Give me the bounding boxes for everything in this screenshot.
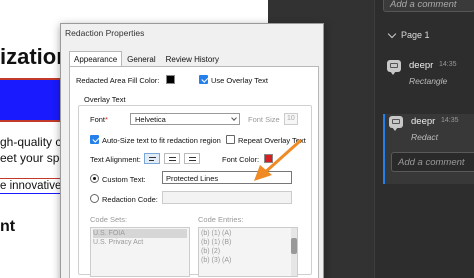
list-item[interactable]: U.S. FOIA [93,229,187,238]
use-overlay-checkbox[interactable] [199,75,208,84]
page-group-header[interactable]: Page 1 [387,29,430,40]
list-item[interactable]: (b) (3) (A) [201,256,295,265]
autosize-checkbox[interactable] [90,135,99,144]
comment-type: Rectangle [409,76,448,86]
comment-time: 14:35 [439,61,457,68]
redact-comment-icon [389,116,403,131]
font-label: Font* [90,115,108,124]
custom-text-radio[interactable] [90,174,99,183]
reply-comment-input[interactable]: Add a comment [391,152,474,172]
use-overlay-label: Use Overlay Text [211,76,268,85]
comment-author: deepr [411,116,436,127]
code-sets-label: Code Sets: [90,215,128,224]
chevron-down-icon [231,115,237,121]
redaction-code-radio[interactable] [90,194,99,203]
redaction-code-label: Redaction Code: [102,195,158,204]
align-center-button[interactable] [164,153,180,164]
scrollbar[interactable] [291,228,297,276]
fill-color-label: Redacted Area Fill Color: [76,76,160,85]
dialog-title: Redaction Properties [65,28,145,38]
chevron-down-icon [387,29,397,38]
font-size-field[interactable]: 10 [284,113,298,125]
font-select[interactable]: Helvetica [130,113,240,125]
autosize-label: Auto-Size text to fit redaction region [102,136,221,145]
list-item[interactable]: (b) (2) [201,247,295,256]
fill-color-swatch[interactable] [166,75,175,84]
repeat-overlay-checkbox[interactable] [226,135,235,144]
add-comment-input[interactable]: Add a comment [383,0,474,12]
overlay-group-label: Overlay Text [84,95,126,104]
text-alignment-label: Text Alignment: [90,155,141,164]
comment-author: deepr [409,60,434,71]
font-size-label: Font Size [248,115,280,124]
comment-time: 14:35 [441,117,459,124]
document-text-line-marked: e innovative t [0,178,68,194]
scrollbar-thumb[interactable] [291,238,297,254]
comment-icon [387,60,401,75]
code-sets-list[interactable]: U.S. FOIA U.S. Privacy Act [90,227,190,277]
code-entries-list[interactable]: (b) (1) (A) (b) (1) (B) (b) (2) (b) (3) … [198,227,298,277]
comment-item-selected[interactable]: deepr 14:35 Redact Add a comment [383,114,474,184]
code-entries-label: Code Entries: [198,215,244,224]
redaction-code-input[interactable] [162,191,292,204]
document-subheading: nt [0,218,16,235]
page-label: Page 1 [401,30,430,40]
comments-panel: Add a comment Page 1 deepr 14:35 Rectang… [374,0,474,278]
comment-item[interactable]: deepr 14:35 Rectangle [383,58,474,94]
list-item[interactable]: (b) (1) (A) [201,229,295,238]
list-item[interactable]: (b) (1) (B) [201,238,295,247]
align-right-button[interactable] [184,153,200,164]
orange-arrow-annotation [254,139,302,181]
font-select-value: Helvetica [135,115,166,124]
list-item[interactable]: U.S. Privacy Act [93,238,187,247]
align-left-button[interactable] [144,153,160,164]
comment-type: Redact [411,132,438,142]
custom-text-label: Custom Text: [102,175,146,184]
